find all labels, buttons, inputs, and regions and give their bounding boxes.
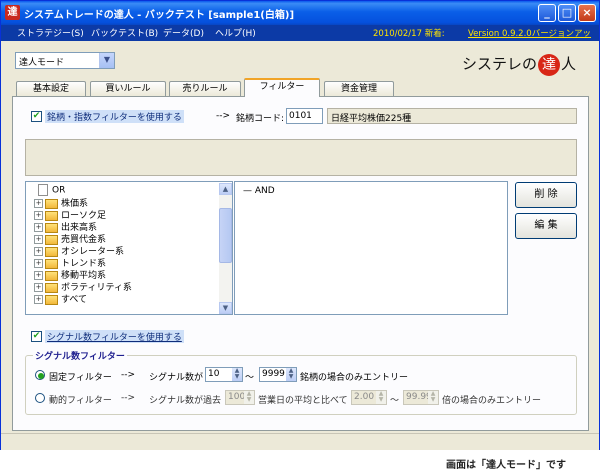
fixed-signal-prefix: シグナル数が: [149, 373, 204, 383]
document-icon: [38, 184, 48, 196]
tilde: 〜: [245, 373, 255, 383]
folder-icon: [45, 258, 58, 269]
tab-sell-rules[interactable]: 売りルール: [169, 81, 241, 96]
tab-buy-rules[interactable]: 買いルール: [90, 81, 166, 96]
fixed-filter-radio[interactable]: [35, 370, 45, 380]
fixed-min-stepper[interactable]: 10 ▲ ▼: [205, 367, 243, 382]
expand-icon[interactable]: +: [34, 211, 43, 220]
logo-mark-icon: 達: [538, 53, 561, 76]
window-title: システムトレードの達人 - バックテスト [sample1(白箱)]: [24, 10, 295, 21]
signal-filter-label[interactable]: シグナル数フィルターを使用する: [45, 330, 184, 343]
tab-money-management[interactable]: 資金管理: [324, 81, 394, 96]
logo-suffix: 人: [561, 55, 577, 73]
spin-icon[interactable]: ▲ ▼: [376, 391, 386, 404]
tree-scrollbar[interactable]: ▲ ▼: [219, 183, 232, 314]
scroll-thumb[interactable]: [219, 208, 232, 263]
mode-select[interactable]: 達人モード ▼: [15, 52, 115, 69]
menu-bar: ストラテジー(S) バックテスト(B) データ(D) ヘルプ(H) 2010/0…: [1, 25, 599, 41]
spin-icon[interactable]: ▲ ▼: [428, 391, 438, 404]
folder-icon: [45, 198, 58, 209]
news-date: 2010/02/17 新着:: [373, 29, 445, 39]
brand-code-input[interactable]: 0101: [286, 108, 323, 124]
expand-icon[interactable]: +: [34, 283, 43, 292]
menu-strategy[interactable]: ストラテジー(S): [17, 26, 84, 39]
tree-node[interactable]: + すべて: [34, 292, 87, 305]
indicator-tree[interactable]: OR + 株価系 + ローソク足 + 出来高系 + 売買代金系 + オシレーター系 + トレ…: [25, 181, 233, 315]
fixed-max-stepper[interactable]: 9999 ▲ ▼: [259, 367, 297, 382]
app-logo: システレの達人: [462, 53, 576, 76]
arrow-text: -->: [121, 393, 136, 403]
expand-icon[interactable]: +: [34, 295, 43, 304]
signal-filter-group-title: シグナル数フィルター: [33, 349, 127, 362]
arrow-text: -->: [121, 370, 136, 380]
brand-index-filter-label[interactable]: 銘柄・指数フィルターを使用する: [45, 110, 184, 123]
menu-data[interactable]: データ(D): [163, 26, 204, 39]
version-update-link[interactable]: Version 0.9.2.0バージョンアッ: [468, 27, 596, 39]
folder-icon: [45, 210, 58, 221]
folder-icon: [45, 222, 58, 233]
signal-filter-group: [25, 355, 577, 415]
title-bar[interactable]: 達 システムトレードの達人 - バックテスト [sample1(白箱)] _ □…: [1, 1, 599, 25]
expand-icon[interactable]: +: [34, 223, 43, 232]
dynamic-days-stepper[interactable]: 100 ▲ ▼: [225, 390, 255, 405]
dynamic-filter-radio[interactable]: [35, 393, 45, 403]
menu-backtest[interactable]: バックテスト(B): [91, 26, 158, 39]
brand-index-filter-checkbox[interactable]: ✔: [31, 111, 42, 122]
menu-help[interactable]: ヘルプ(H): [215, 26, 256, 39]
folder-icon: [45, 234, 58, 245]
mode-select-value: 達人モード: [19, 58, 65, 68]
maximize-button[interactable]: □: [558, 4, 576, 22]
expand-icon[interactable]: +: [34, 247, 43, 256]
fixed-filter-label[interactable]: 固定フィルター: [49, 370, 112, 383]
delete-button[interactable]: 削 除: [515, 182, 577, 208]
expand-icon[interactable]: +: [34, 259, 43, 268]
brand-name-display: 日経平均株価225種: [327, 108, 577, 124]
minimize-button[interactable]: _: [538, 4, 556, 22]
signal-filter-checkbox[interactable]: ✔: [31, 331, 42, 342]
expand-icon[interactable]: +: [34, 271, 43, 280]
arrow-text: -->: [216, 111, 231, 121]
dynamic-signal-prefix: シグナル数が過去: [149, 396, 222, 406]
scroll-down-button[interactable]: ▼: [219, 302, 232, 314]
close-button[interactable]: ×: [578, 4, 596, 22]
dynamic-filter-label[interactable]: 動的フィルター: [49, 393, 112, 406]
app-icon: 達: [5, 5, 20, 20]
logo-prefix: システレの: [462, 55, 538, 73]
rule-tree[interactable]: — AND: [234, 181, 508, 315]
folder-icon: [45, 270, 58, 281]
spin-icon[interactable]: ▲ ▼: [232, 368, 242, 381]
edit-button[interactable]: 編 集: [515, 213, 577, 239]
tab-basic-settings[interactable]: 基本設定: [16, 81, 86, 96]
status-bar: [1, 433, 599, 450]
filter-expression-area: [25, 139, 577, 176]
scroll-up-button[interactable]: ▲: [219, 183, 232, 195]
tilde: 〜: [390, 396, 400, 406]
folder-icon: [45, 246, 58, 257]
chevron-down-icon[interactable]: ▼: [99, 53, 114, 68]
dynamic-signal-suffix: 倍の場合のみエントリー: [442, 396, 542, 406]
app-window: 達 システムトレードの達人 - バックテスト [sample1(白箱)] _ □…: [0, 0, 600, 450]
tree-root[interactable]: OR: [34, 184, 65, 196]
dynamic-max-stepper[interactable]: 99.99 ▲ ▼: [403, 390, 439, 405]
folder-icon: [45, 294, 58, 305]
folder-icon: [45, 282, 58, 293]
expand-icon[interactable]: +: [34, 199, 43, 208]
dynamic-min-stepper[interactable]: 2.00 ▲ ▼: [351, 390, 387, 405]
spin-icon[interactable]: ▲ ▼: [244, 391, 254, 404]
spin-icon[interactable]: ▲ ▼: [286, 368, 296, 381]
tab-filter[interactable]: フィルター: [244, 78, 320, 97]
expand-icon[interactable]: +: [34, 235, 43, 244]
brand-code-label: 銘柄コード:: [236, 114, 285, 124]
dynamic-signal-mid: 営業日の平均と比べて: [258, 396, 348, 406]
image-caption: 画面は「達人モード」です: [446, 460, 566, 471]
rule-root[interactable]: — AND: [243, 186, 275, 196]
fixed-signal-suffix: 銘柄の場合のみエントリー: [300, 373, 409, 383]
